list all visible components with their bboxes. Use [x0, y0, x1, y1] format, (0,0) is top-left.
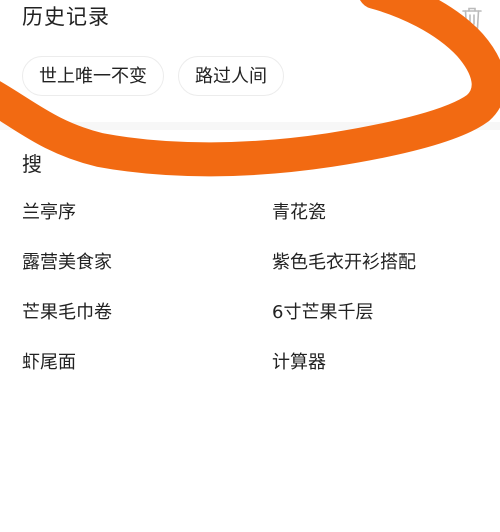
discover-title: 搜 — [22, 152, 42, 176]
suggestion-item[interactable]: 芒果毛巾卷 — [22, 298, 272, 348]
history-chip[interactable]: 世上唯一不变 — [22, 56, 164, 96]
section-divider — [0, 122, 500, 130]
suggestion-item[interactable]: 青花瓷 — [272, 198, 492, 248]
history-title: 历史记录 — [22, 5, 110, 29]
suggestion-grid: 兰亭序 青花瓷 露营美食家 紫色毛衣开衫搭配 芒果毛巾卷 6寸芒果千层 虾尾面 … — [22, 198, 492, 398]
history-section: 历史记录 世上唯一不变 路过人间 — [0, 0, 500, 122]
suggestion-item[interactable]: 兰亭序 — [22, 198, 272, 248]
suggestion-item[interactable]: 计算器 — [272, 348, 492, 398]
suggestion-item[interactable]: 露营美食家 — [22, 248, 272, 298]
suggestion-item[interactable]: 虾尾面 — [22, 348, 272, 398]
suggestion-item[interactable]: 紫色毛衣开衫搭配 — [272, 248, 492, 298]
suggestion-item[interactable]: 6寸芒果千层 — [272, 298, 492, 348]
history-chip-row: 世上唯一不变 路过人间 — [22, 56, 284, 96]
history-chip[interactable]: 路过人间 — [178, 56, 284, 96]
trash-icon[interactable] — [461, 6, 483, 30]
